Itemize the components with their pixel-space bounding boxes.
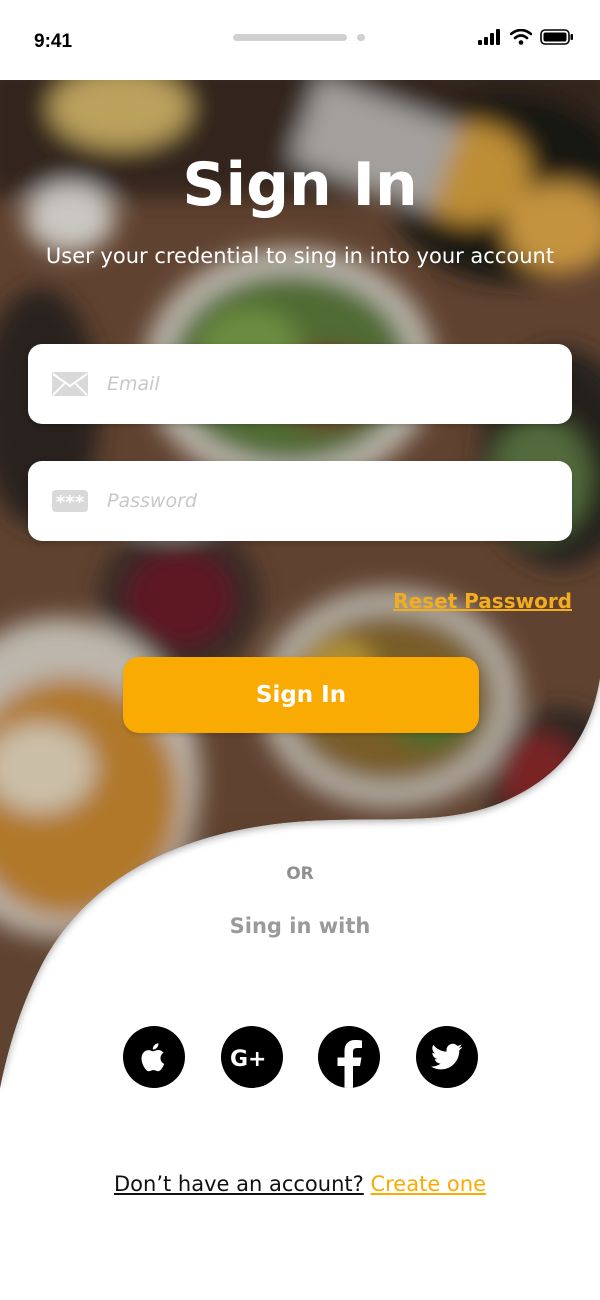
social-signin-label: Sing in with [229,914,371,938]
wifi-icon [510,29,532,45]
facebook-signin-button[interactable] [318,1026,381,1088]
signal-icon [478,29,500,45]
email-input[interactable] [107,373,507,395]
svg-text:***: *** [56,492,85,513]
apple-signin-button[interactable] [123,1026,185,1088]
apple-icon [141,1043,165,1072]
signup-prompt: Don’t have an account? Create one [0,1172,600,1196]
google-plus-signin-button[interactable]: G+ [220,1026,283,1088]
social-buttons: G+ [123,1026,478,1088]
notch-dot [357,34,365,41]
page-subtitle: User your credential to sing in into you… [45,244,555,268]
twitter-icon [430,1043,463,1070]
reset-password-link[interactable]: Reset Password [393,589,572,613]
twitter-signin-button[interactable] [415,1026,478,1088]
signin-screen: Sign In User your credential to sing in … [0,0,600,1300]
status-time: 9:41 [34,31,73,52]
notch-pill [233,34,347,41]
sign-in-button[interactable]: Sign In [123,657,479,733]
svg-text:G+: G+ [230,1047,267,1069]
password-dots-icon: *** [51,488,89,514]
google-plus-icon: G+ [230,1047,267,1069]
or-divider: OR [286,864,314,884]
password-field[interactable]: *** [28,461,572,541]
page-title: Sign In [182,150,418,220]
status-bar: 9:41 [0,0,600,80]
password-input[interactable] [107,490,507,512]
facebook-icon [337,1040,363,1088]
status-icons [478,29,574,45]
signup-question: Don’t have an account? [114,1172,364,1196]
email-field[interactable] [28,344,572,424]
envelope-icon [51,371,89,397]
battery-icon [540,29,573,45]
create-account-link[interactable]: Create one [370,1172,486,1196]
